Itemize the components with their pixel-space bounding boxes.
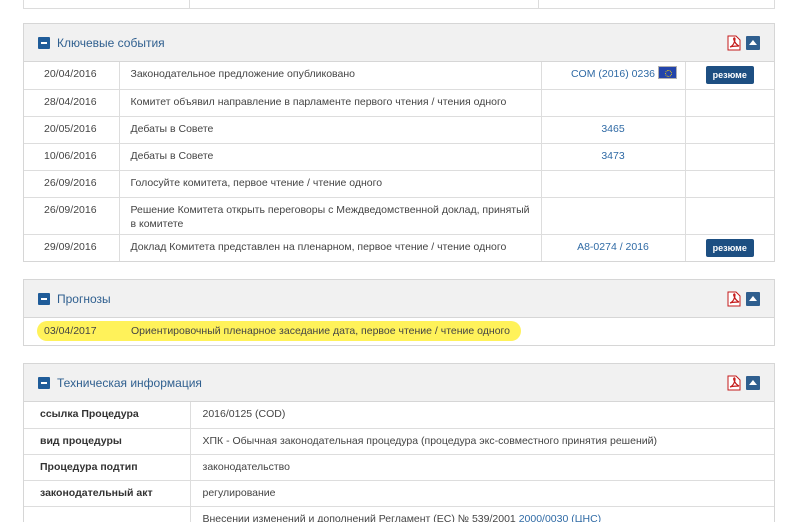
reference-link[interactable]: A8-0274 / 2016 xyxy=(577,241,649,253)
reference-cell xyxy=(540,197,685,235)
table-row: Внесении изменений и дополнений Регламен… xyxy=(24,506,774,522)
reference-link[interactable]: 3473 xyxy=(601,150,624,162)
technical-info-title: Техническая информация xyxy=(57,376,202,390)
event-description: Комитет объявил направление в парламенте… xyxy=(118,89,541,117)
pdf-icon[interactable] xyxy=(727,375,741,391)
previous-section-bottom xyxy=(23,0,775,9)
table-row: Процедура подтип законодательство xyxy=(24,454,774,481)
summary-cell xyxy=(684,197,774,235)
table-row: 20/05/2016 Дебаты в Совете 3465 xyxy=(24,116,774,144)
technical-info-table: ссылка Процедура 2016/0125 (COD) вид проце… xyxy=(24,402,774,522)
info-value: ХПК - Обычная законодательная процедура … xyxy=(189,428,774,455)
reference-cell: 3465 xyxy=(540,116,685,144)
reference-cell: COM (2016) 0236 xyxy=(540,62,685,90)
event-date: 20/05/2016 xyxy=(24,116,119,144)
table-row: вид процедуры ХПК - Обычная законодательн… xyxy=(24,428,774,455)
pdf-icon[interactable] xyxy=(727,35,741,51)
event-description: Дебаты в Совете xyxy=(118,143,541,171)
table-row: ссылка Процедура 2016/0125 (COD) xyxy=(24,402,774,429)
info-value: регулирование xyxy=(189,480,774,507)
minus-icon[interactable] xyxy=(38,293,50,305)
table-row: 26/09/2016 Голосуйте комитета, первое чте… xyxy=(24,170,774,198)
info-value: законодательство xyxy=(189,454,774,481)
technical-info-header: Техническая информация xyxy=(24,364,774,402)
info-key: Процедура подтип xyxy=(24,454,190,481)
forecasts-header: Прогнозы xyxy=(24,280,774,318)
summary-cell: резюме xyxy=(684,62,774,90)
key-events-panel: Ключевые события 20/04/2016 Законодательн… xyxy=(23,23,775,262)
event-date: 28/04/2016 xyxy=(24,89,119,117)
reference-cell: 3473 xyxy=(540,143,685,171)
reference-cell xyxy=(540,170,685,198)
table-row: 10/06/2016 Дебаты в Совете 3473 xyxy=(24,143,774,171)
forecasts-panel: Прогнозы 03/04/2017 Ориентировочный плен… xyxy=(23,279,775,346)
table-row: 28/04/2016 Комитет объявил направление в … xyxy=(24,89,774,117)
summary-cell xyxy=(684,170,774,198)
summary-cell xyxy=(684,143,774,171)
event-description: Голосуйте комитета, первое чтение / чтен… xyxy=(118,170,541,198)
table-row: законодательный акт регулирование xyxy=(24,480,774,507)
summary-button[interactable]: резюме xyxy=(705,238,754,257)
event-date: 29/09/2016 xyxy=(44,240,97,253)
key-events-title: Ключевые события xyxy=(57,36,165,50)
reference-cell: A8-0274 / 2016 xyxy=(540,234,685,261)
event-date: 10/06/2016 xyxy=(24,143,119,171)
key-events-header: Ключевые события xyxy=(24,24,774,62)
info-key xyxy=(24,506,190,522)
technical-info-panel: Техническая информация ссылка Процедура 2… xyxy=(23,363,775,522)
event-date: 26/09/2016 xyxy=(24,197,119,235)
event-description: Доклад Комитета представлен на пленарном… xyxy=(118,234,541,261)
info-key: законодательный акт xyxy=(24,480,190,507)
forecast-date: 03/04/2017 xyxy=(44,325,97,337)
forecasts-title: Прогнозы xyxy=(57,292,111,306)
procedure-link[interactable]: 2000/0030 xyxy=(519,513,569,522)
procedure-suffix: (ЦНС) xyxy=(571,512,602,522)
reference-cell xyxy=(540,89,685,117)
key-events-table: 20/04/2016 Законодательное предложение оп… xyxy=(24,62,774,261)
minus-icon[interactable] xyxy=(38,377,50,389)
event-date: 26/09/2016 xyxy=(24,170,119,198)
reference-link[interactable]: 3465 xyxy=(601,123,624,135)
arrow-up-icon[interactable] xyxy=(746,376,760,390)
table-row: 29/09/2016 Доклад Комитета представлен на… xyxy=(24,234,774,261)
forecast-text: Ориентировочный пленарное заседание дата… xyxy=(131,325,510,337)
summary-cell: резюме xyxy=(684,234,774,261)
table-row: 26/09/2016 Решение Комитета открыть перег… xyxy=(24,197,774,235)
event-description: Дебаты в Совете xyxy=(118,116,541,144)
forecast-row: 03/04/2017 Ориентировочный пленарное зас… xyxy=(24,318,774,345)
reference-link[interactable]: COM (2016) 0236 xyxy=(571,68,655,80)
summary-button[interactable]: резюме xyxy=(705,66,754,84)
summary-cell xyxy=(684,116,774,144)
info-key: ссылка Процедура xyxy=(24,402,190,429)
arrow-up-icon[interactable] xyxy=(746,36,760,50)
arrow-up-icon[interactable] xyxy=(746,292,760,306)
info-value: Внесении изменений и дополнений Регламен… xyxy=(189,506,774,522)
event-date: 20/04/2016 xyxy=(24,62,119,90)
info-key: вид процедуры xyxy=(24,428,190,455)
event-description: Решение Комитета открыть переговоры с Ме… xyxy=(118,197,541,235)
table-row: 20/04/2016 Законодательное предложение оп… xyxy=(24,62,774,90)
summary-cell xyxy=(684,89,774,117)
event-description: Законодательное предложение опубликовано xyxy=(118,62,541,90)
info-value: 2016/0125 (COD) xyxy=(189,402,774,429)
pdf-icon[interactable] xyxy=(727,291,741,307)
minus-icon[interactable] xyxy=(38,37,50,49)
eu-flag-icon xyxy=(657,66,677,79)
